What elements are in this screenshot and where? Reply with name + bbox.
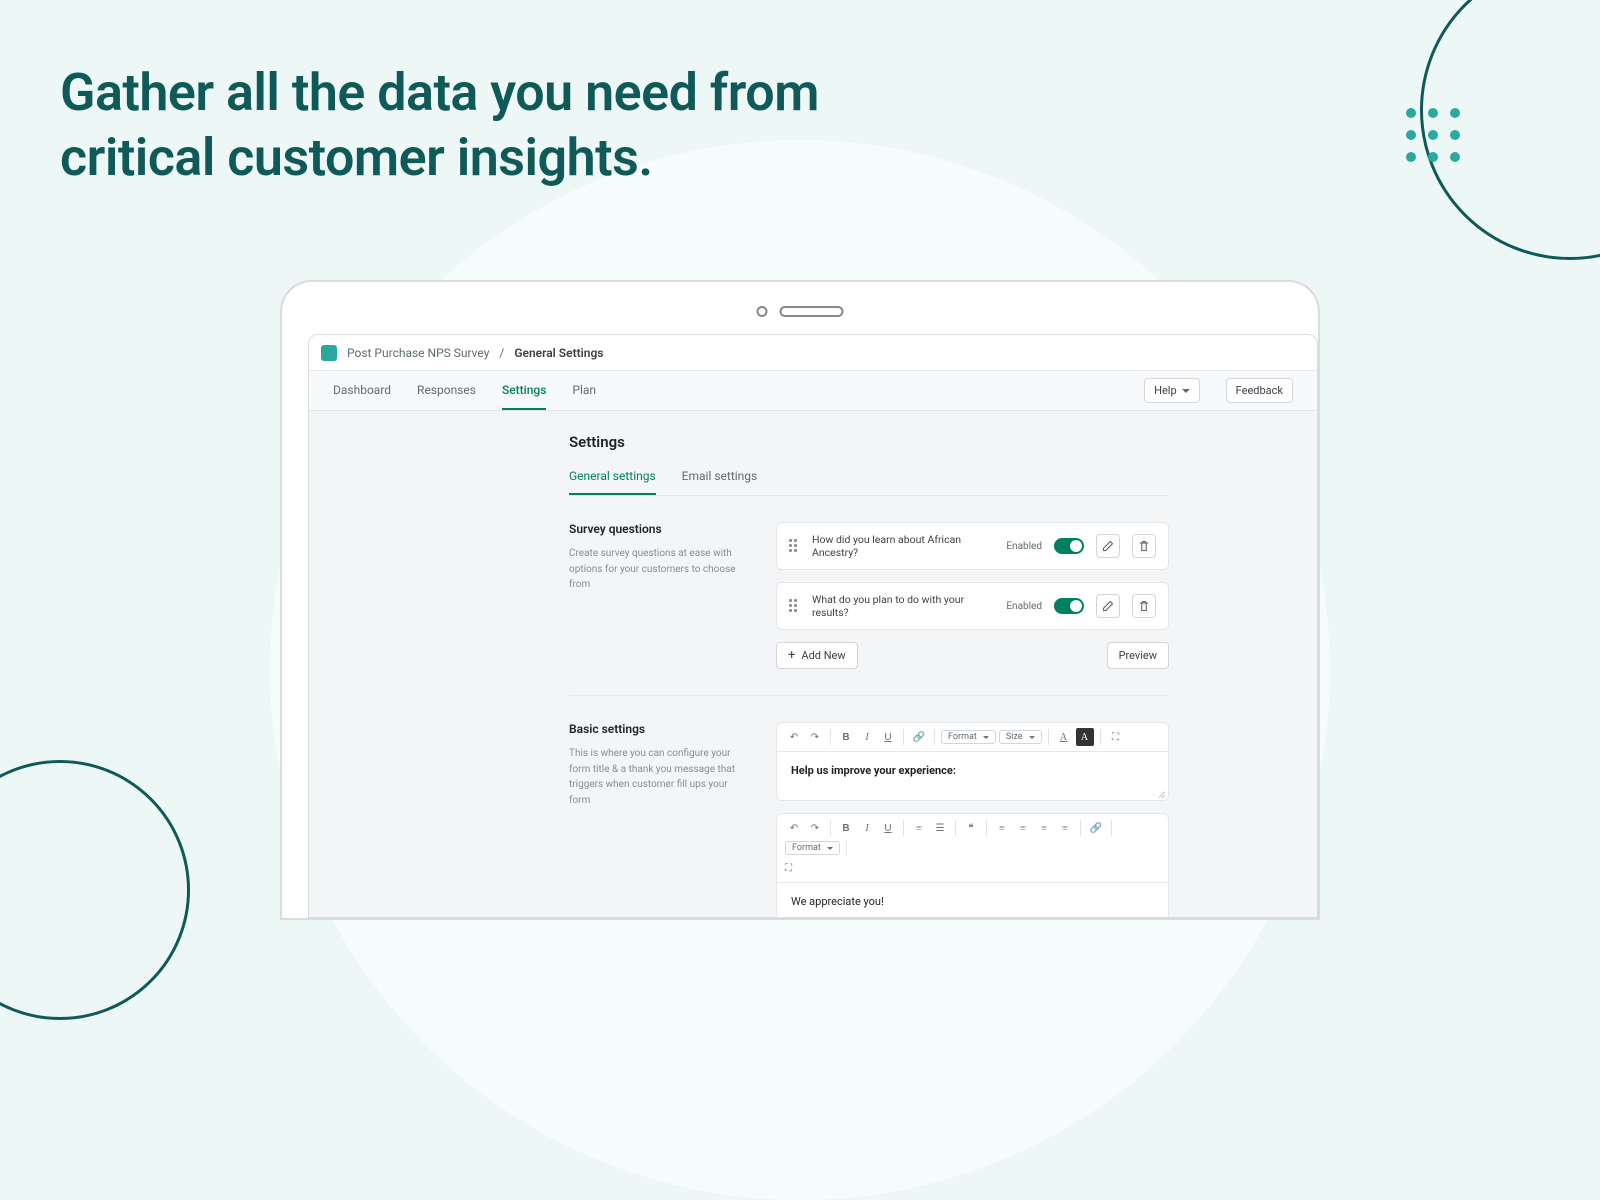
content-area: Settings General settings Email settings… bbox=[309, 411, 1317, 918]
text-color-icon[interactable]: A bbox=[1055, 728, 1073, 746]
title-editor-body[interactable]: Help us improve your experience: bbox=[777, 752, 1168, 800]
basic-section-desc: This is where you can configure your for… bbox=[569, 746, 744, 808]
editor-toolbar: ↶ ↷ B I U ≡ ☰ ❝ ≡ bbox=[777, 814, 1168, 883]
delete-button[interactable] bbox=[1132, 534, 1156, 558]
basic-section-title: Basic settings bbox=[569, 722, 744, 736]
help-label: Help bbox=[1154, 384, 1177, 397]
undo-icon[interactable]: ↶ bbox=[785, 819, 803, 837]
top-tabs: Dashboard Responses Settings Plan Help F… bbox=[309, 371, 1317, 411]
unordered-list-icon[interactable]: ☰ bbox=[931, 819, 949, 837]
redo-icon[interactable]: ↷ bbox=[806, 819, 824, 837]
app-titlebar: Post Purchase NPS Survey / General Setti… bbox=[309, 335, 1317, 371]
help-button[interactable]: Help bbox=[1144, 378, 1200, 403]
add-new-label: Add New bbox=[801, 649, 845, 662]
align-right-icon[interactable]: ≡ bbox=[1035, 819, 1053, 837]
decorative-dots bbox=[1406, 108, 1460, 162]
underline-icon[interactable]: U bbox=[879, 728, 897, 746]
message-editor-body[interactable]: We appreciate you! bbox=[777, 883, 1168, 918]
app-screen: Post Purchase NPS Survey / General Setti… bbox=[308, 334, 1318, 918]
size-select[interactable]: Size bbox=[999, 730, 1042, 744]
subtab-email[interactable]: Email settings bbox=[682, 469, 758, 495]
breadcrumb-page: General Settings bbox=[514, 346, 603, 360]
bold-icon[interactable]: B bbox=[837, 728, 855, 746]
feedback-label: Feedback bbox=[1236, 384, 1283, 397]
link-icon[interactable]: 🔗 bbox=[910, 728, 928, 746]
align-justify-icon[interactable]: ≡ bbox=[1056, 819, 1074, 837]
italic-icon[interactable]: I bbox=[858, 819, 876, 837]
fullscreen-icon[interactable]: ⛶ bbox=[785, 859, 1160, 877]
undo-icon[interactable]: ↶ bbox=[785, 728, 803, 746]
preview-label: Preview bbox=[1119, 649, 1157, 662]
question-row: How did you learn about African Ancestry… bbox=[776, 522, 1169, 570]
add-new-button[interactable]: + Add New bbox=[776, 642, 858, 669]
question-status: Enabled bbox=[1006, 541, 1042, 552]
italic-icon[interactable]: I bbox=[858, 728, 876, 746]
message-editor: ↶ ↷ B I U ≡ ☰ ❝ ≡ bbox=[776, 813, 1169, 918]
breadcrumb-sep: / bbox=[499, 346, 504, 360]
redo-icon[interactable]: ↷ bbox=[806, 728, 824, 746]
app-logo-icon bbox=[321, 345, 337, 361]
title-editor-text: Help us improve your experience: bbox=[791, 764, 956, 777]
settings-subtabs: General settings Email settings bbox=[569, 469, 1169, 496]
breadcrumb-app: Post Purchase NPS Survey bbox=[347, 346, 489, 360]
ordered-list-icon[interactable]: ≡ bbox=[910, 819, 928, 837]
format-select[interactable]: Format bbox=[785, 841, 840, 855]
title-editor: ↶ ↷ B I U 🔗 Format Size A bbox=[776, 722, 1169, 801]
quote-icon[interactable]: ❝ bbox=[962, 819, 980, 837]
basic-settings-section: Basic settings This is where you can con… bbox=[569, 696, 1169, 918]
bold-icon[interactable]: B bbox=[837, 819, 855, 837]
drag-handle-icon[interactable] bbox=[789, 539, 800, 553]
drag-handle-icon[interactable] bbox=[789, 599, 800, 613]
underline-icon[interactable]: U bbox=[879, 819, 897, 837]
survey-section-title: Survey questions bbox=[569, 522, 744, 536]
page-title: Settings bbox=[569, 433, 1317, 451]
enable-toggle[interactable] bbox=[1054, 598, 1084, 614]
tab-responses[interactable]: Responses bbox=[417, 371, 476, 410]
bg-color-icon[interactable]: A bbox=[1076, 728, 1094, 746]
question-row: What do you plan to do with your results… bbox=[776, 582, 1169, 630]
fullscreen-icon[interactable]: ⛶ bbox=[1107, 728, 1125, 746]
resize-handle-icon[interactable] bbox=[1156, 788, 1166, 798]
tab-plan[interactable]: Plan bbox=[572, 371, 596, 410]
device-camera bbox=[757, 306, 844, 317]
feedback-button[interactable]: Feedback bbox=[1226, 378, 1293, 403]
survey-questions-section: Survey questions Create survey questions… bbox=[569, 496, 1169, 696]
edit-button[interactable] bbox=[1096, 534, 1120, 558]
question-status: Enabled bbox=[1006, 601, 1042, 612]
plus-icon: + bbox=[788, 649, 795, 662]
marketing-headline: Gather all the data you need from critic… bbox=[60, 60, 960, 190]
decorative-arc-bottom bbox=[0, 760, 190, 1020]
delete-button[interactable] bbox=[1132, 594, 1156, 618]
align-left-icon[interactable]: ≡ bbox=[993, 819, 1011, 837]
message-editor-text: We appreciate you! bbox=[791, 895, 884, 908]
tab-settings[interactable]: Settings bbox=[502, 371, 546, 410]
device-frame: Post Purchase NPS Survey / General Setti… bbox=[280, 280, 1320, 920]
edit-button[interactable] bbox=[1096, 594, 1120, 618]
subtab-general[interactable]: General settings bbox=[569, 469, 656, 495]
question-text: How did you learn about African Ancestry… bbox=[812, 533, 994, 559]
survey-section-desc: Create survey questions at ease with opt… bbox=[569, 546, 744, 593]
chevron-down-icon bbox=[1182, 389, 1190, 393]
link-icon[interactable]: 🔗 bbox=[1087, 819, 1105, 837]
format-select[interactable]: Format bbox=[941, 730, 996, 744]
question-text: What do you plan to do with your results… bbox=[812, 593, 994, 619]
tab-dashboard[interactable]: Dashboard bbox=[333, 371, 391, 410]
preview-button[interactable]: Preview bbox=[1107, 642, 1169, 669]
enable-toggle[interactable] bbox=[1054, 538, 1084, 554]
editor-toolbar: ↶ ↷ B I U 🔗 Format Size A bbox=[777, 723, 1168, 752]
align-center-icon[interactable]: ≡ bbox=[1014, 819, 1032, 837]
